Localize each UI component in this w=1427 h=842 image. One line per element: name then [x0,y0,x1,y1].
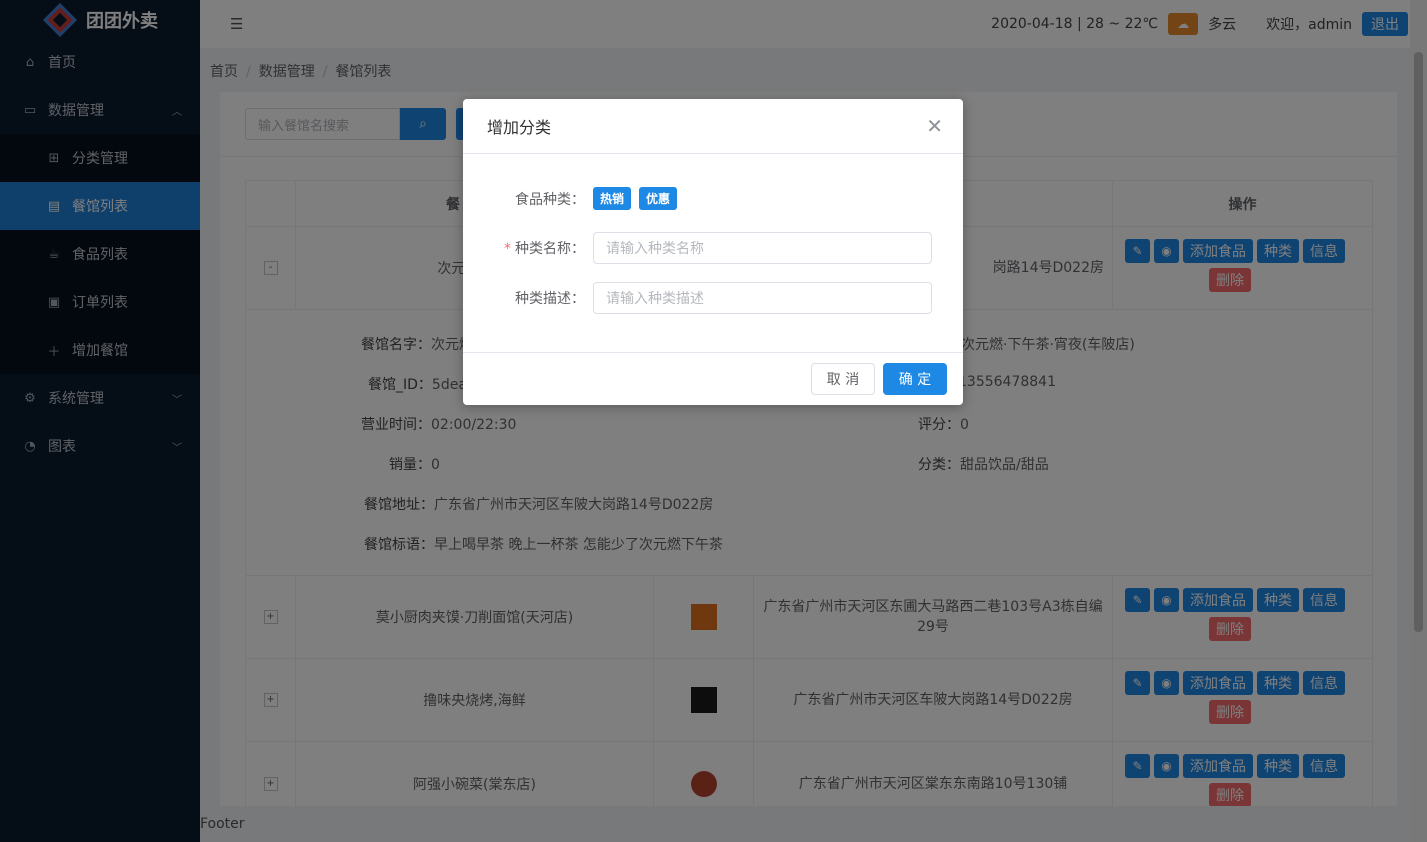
required-asterisk: * [504,241,511,257]
category-name-input[interactable]: 请输入种类名称 [593,232,932,264]
add-category-dialog: 增加分类 ✕ 食品种类： 热销 优惠 * 种类名称： 请输入种类名称 种类描述： … [463,99,963,405]
category-name-row: * 种类名称： 请输入种类名称 [463,232,963,264]
dialog-divider [463,352,963,353]
category-desc-label: 种类描述： [515,291,585,307]
dialog-title: 增加分类 [487,118,552,137]
dialog-header: 增加分类 [463,99,963,154]
food-type-row: 食品种类： 热销 优惠 [463,187,963,210]
category-desc-row: 种类描述： 请输入种类描述 [463,282,963,314]
tag-discount[interactable]: 优惠 [639,187,678,210]
tag-hot[interactable]: 热销 [593,187,632,210]
category-desc-input[interactable]: 请输入种类描述 [593,282,932,314]
category-name-label: * 种类名称： [504,241,585,257]
confirm-button[interactable]: 确 定 [883,363,947,395]
food-type-label: 食品种类： [515,191,585,208]
cancel-button[interactable]: 取 消 [811,363,875,395]
close-icon[interactable]: ✕ [926,115,943,137]
